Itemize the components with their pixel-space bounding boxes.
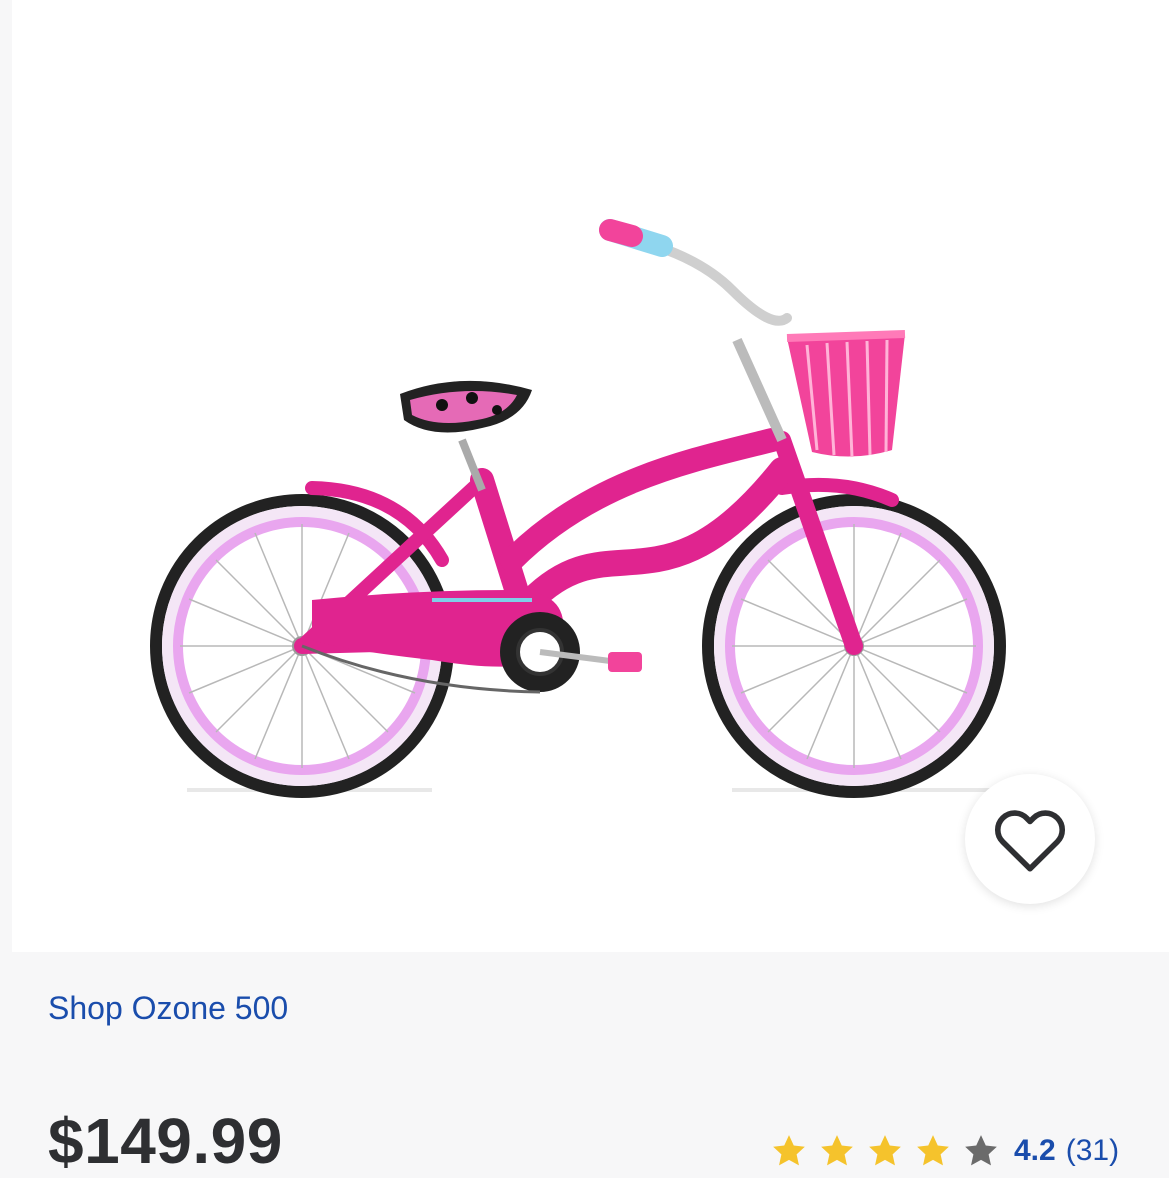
star-filled-icon xyxy=(773,1135,805,1166)
bike-basket xyxy=(786,330,906,458)
rating-value: 4.2 xyxy=(1014,1134,1056,1167)
heart-outline-icon xyxy=(994,810,1066,872)
review-count-link[interactable]: (31) xyxy=(1066,1134,1119,1168)
star-filled-icon xyxy=(917,1135,949,1166)
product-image-area xyxy=(12,0,1169,952)
star-filled-icon xyxy=(821,1135,853,1166)
shop-brand-link[interactable]: Shop Ozone 500 xyxy=(48,990,288,1027)
star-empty-icon xyxy=(965,1135,997,1166)
star-filled-icon xyxy=(869,1135,901,1166)
product-price: $149.99 xyxy=(48,1105,283,1177)
rating-summary[interactable]: 4.2 (31) xyxy=(770,1132,1119,1170)
favorite-button[interactable] xyxy=(965,774,1095,904)
product-info: Shop Ozone 500 $149.99 4.2 (31) xyxy=(0,952,1169,1177)
